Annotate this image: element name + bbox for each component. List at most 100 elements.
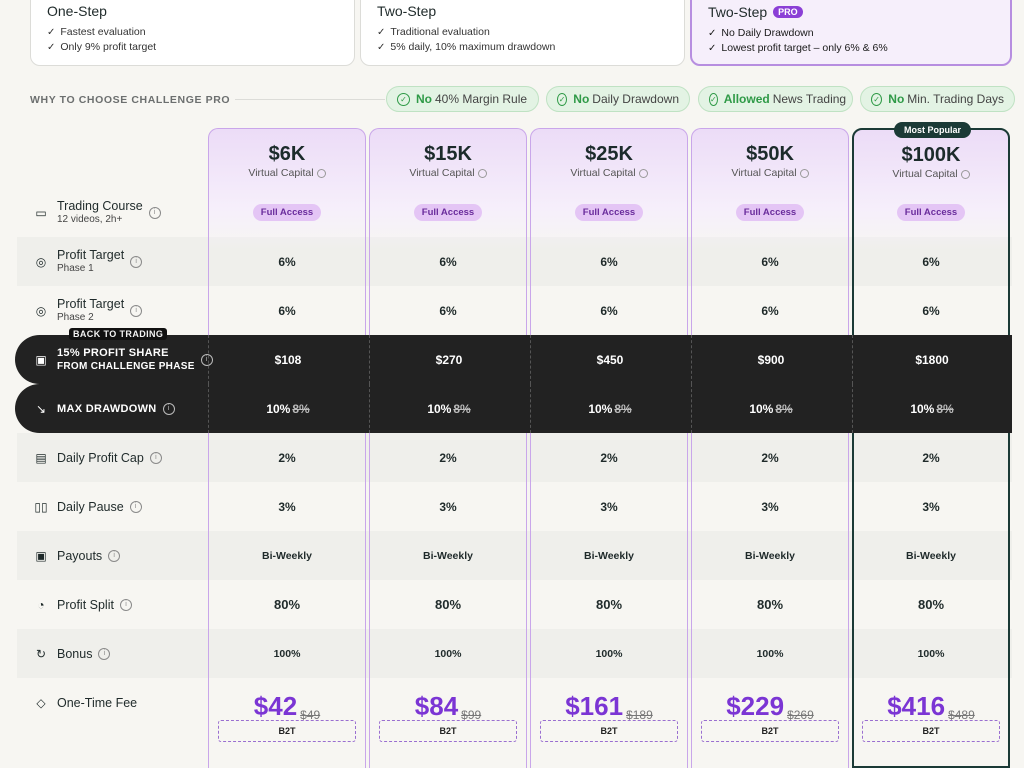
old-value: 8% (292, 401, 310, 416)
old-value: 8% (453, 401, 471, 416)
row-label-text: Max Drawdown (57, 402, 157, 415)
feature-pill: ✓ No 40% Margin Rule (386, 86, 539, 112)
row-label: ◎ Profit Target Phase 1 i (33, 237, 143, 286)
new-value: 10% (588, 401, 613, 416)
row-label: ↘ Max Drawdown i (33, 384, 175, 433)
value-cell: $1800 (852, 335, 1011, 384)
row-max-drawdown: ↘ Max Drawdown i 10% 8% 10% 8% 10% 8% 10% 8%… (17, 384, 1012, 433)
feature-pill: ✓ No Daily Drawdown (546, 86, 690, 112)
value-cell: Bi-Weekly (262, 549, 312, 562)
value-cell: 100% (917, 647, 945, 660)
caption-text: Virtual Capital (409, 167, 475, 179)
promo-code[interactable]: B2T (379, 720, 517, 742)
row-profit-split-content: ◔ Profit Split i 80% 80% 80% 80% 80% (17, 580, 1012, 629)
value-cell: 80% (434, 597, 462, 612)
new-value: 10% (910, 401, 935, 416)
info-icon[interactable]: i (130, 255, 143, 268)
caption-text: Virtual Capital (570, 167, 636, 179)
info-icon[interactable]: i (130, 304, 143, 317)
value-cell: $108 (208, 335, 367, 384)
row-label: ▣ Payouts i (33, 531, 121, 580)
row-label: ◇ One-Time Fee (33, 678, 137, 727)
info-icon[interactable] (316, 168, 326, 178)
plan-type-card-one-step[interactable]: One-Step Fastest evaluation Only 9% prof… (30, 0, 355, 66)
row-label-text: 15% Profit Share from challenge phase (57, 346, 195, 374)
refresh-icon: ↻ (35, 646, 47, 661)
full-access-badge: Full Access (413, 204, 483, 221)
plan-price: $50K (746, 143, 794, 165)
value-cell: 100% (756, 647, 784, 660)
value-cell: 6% (278, 254, 296, 269)
plan-price: $6K (268, 143, 306, 165)
plan-price: $25K (585, 143, 633, 165)
value-cell: 100% (434, 647, 462, 660)
promo-code[interactable]: B2T (701, 720, 839, 742)
plan-type-cards: One-Step Fastest evaluation Only 9% prof… (30, 0, 1012, 68)
row-label: ◔ Profit Split i (33, 580, 132, 629)
promo-code[interactable]: B2T (540, 720, 678, 742)
label-main: 15% Profit Share (57, 346, 169, 359)
info-icon[interactable]: i (162, 402, 175, 415)
value-cell: 3% (600, 499, 618, 514)
info-icon[interactable] (799, 168, 809, 178)
info-icon[interactable]: i (149, 451, 162, 464)
value-cell: 6% (922, 303, 940, 318)
plan-price: $100K (901, 144, 961, 166)
label-sub: Phase 2 (57, 311, 94, 323)
info-icon[interactable]: i (129, 500, 142, 513)
value-cell: 100% (595, 647, 623, 660)
promo-code[interactable]: B2T (862, 720, 1000, 742)
value-cell: Bi-Weekly (745, 549, 795, 562)
info-icon[interactable]: i (148, 206, 161, 219)
target-icon: ◎ (35, 303, 47, 318)
plan-type-card-two-step-pro[interactable]: Two-Step PRO No Daily Drawdown Lowest pr… (690, 0, 1012, 66)
value-cell: 10% 8% (691, 384, 850, 433)
info-icon[interactable]: i (119, 598, 132, 611)
value-cell: 100% (273, 647, 301, 660)
plan-price: $15K (424, 143, 472, 165)
row-label: ▣ 15% Profit Share from challenge phase i (33, 335, 213, 384)
row-label: ▯▯ Daily Pause i (33, 482, 142, 531)
value-cell: 3% (761, 499, 779, 514)
promo-code[interactable]: B2T (218, 720, 356, 742)
info-icon[interactable]: i (98, 647, 111, 660)
label-sub: 12 videos, 2h+ (57, 213, 123, 225)
value-cell: 3% (922, 499, 940, 514)
pill-highlight: No (573, 92, 590, 106)
video-icon: ▭ (35, 205, 47, 220)
label-sub: Phase 1 (57, 262, 94, 274)
plan-type-feature: Only 9% profit target (47, 40, 338, 55)
plan-type-card-two-step[interactable]: Two-Step Traditional evaluation 5% daily… (360, 0, 685, 66)
row-daily-profit-cap-content: ▤ Daily Profit Cap i 2% 2% 2% 2% 2% (17, 433, 1012, 482)
pill-highlight: Allowed (723, 92, 770, 106)
info-icon[interactable] (960, 169, 970, 179)
row-label: ▭ Trading Course 12 videos, 2h+ i (33, 188, 161, 237)
info-icon[interactable]: i (108, 549, 121, 562)
full-access-badge: Full Access (735, 204, 805, 221)
info-icon[interactable] (638, 168, 648, 178)
value-cell: 3% (278, 499, 296, 514)
feature-pill: ✓ No Min. Trading Days (860, 86, 1015, 112)
value-cell: 6% (278, 303, 296, 318)
info-icon[interactable] (477, 168, 487, 178)
new-value: 10% (427, 401, 452, 416)
most-popular-badge: Most Popular (894, 122, 972, 138)
caption-text: Virtual Capital (731, 167, 797, 179)
fee-cell: $161 $189 B2T (530, 678, 688, 742)
label-main: Trading Course (57, 198, 143, 213)
plan-type-title: Two-Step (708, 4, 768, 20)
row-label-text: Payouts (57, 548, 103, 563)
plan-type-feature: 5% daily, 10% maximum drawdown (377, 40, 668, 55)
plan-type-feature: Fastest evaluation (47, 25, 338, 40)
value-cell: 6% (922, 254, 940, 269)
label-sub: from challenge phase (57, 360, 195, 372)
row-payouts-content: ▣ Payouts i Bi-Weekly Bi-Weekly Bi-Weekl… (17, 531, 1012, 580)
value-cell: Bi-Weekly (906, 549, 956, 562)
value-cell: 80% (756, 597, 784, 612)
pill-text: 40% Margin Rule (435, 92, 528, 106)
value-cell: 6% (761, 303, 779, 318)
value-cell: $450 (530, 335, 689, 384)
plan-type-title: Two-Step (377, 3, 437, 19)
check-circle-icon: ✓ (709, 92, 718, 106)
plan-type-feature: Traditional evaluation (377, 25, 668, 40)
